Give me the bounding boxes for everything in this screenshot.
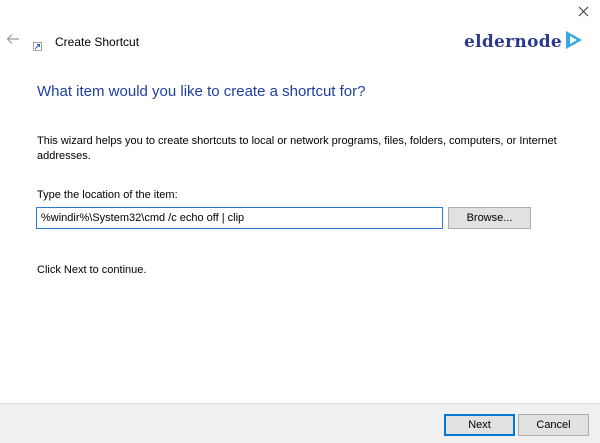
location-input[interactable]	[36, 207, 443, 229]
browse-button[interactable]: Browse...	[448, 207, 531, 229]
window-title: Create Shortcut	[55, 35, 140, 49]
create-shortcut-window: Create Shortcut eldernode What item woul…	[0, 0, 600, 443]
wizard-footer: Next Cancel	[0, 403, 600, 443]
next-button[interactable]: Next	[444, 414, 515, 436]
wizard-heading: What item would you like to create a sho…	[37, 83, 366, 100]
location-label: Type the location of the item:	[37, 189, 178, 201]
logo-play-icon	[564, 29, 584, 56]
eldernode-logo: eldernode	[464, 29, 584, 55]
shortcut-app-icon	[33, 38, 42, 51]
close-button[interactable]	[572, 3, 594, 23]
cancel-button[interactable]: Cancel	[518, 414, 589, 436]
back-arrow-icon	[6, 32, 20, 50]
back-button[interactable]	[4, 32, 22, 50]
continue-instruction: Click Next to continue.	[37, 264, 147, 276]
close-icon	[578, 4, 589, 22]
wizard-intro-text: This wizard helps you to create shortcut…	[37, 135, 557, 162]
logo-text: eldernode	[464, 32, 563, 52]
